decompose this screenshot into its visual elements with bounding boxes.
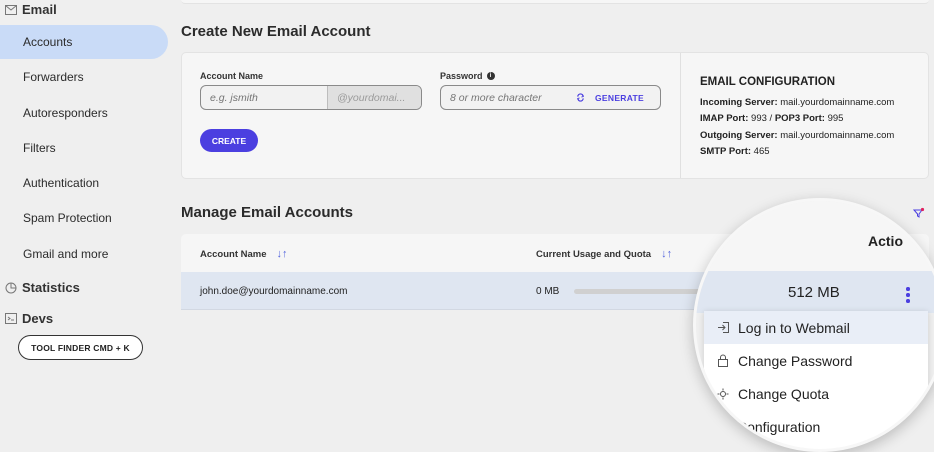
sidebar-item-filters[interactable]: Filters	[0, 131, 168, 165]
quota-value: 512 MB	[788, 284, 840, 301]
account-email: john.doe@yourdomainname.com	[200, 286, 348, 297]
magnified-table-header: Actio	[696, 201, 934, 271]
sort-icon[interactable]: ↓↑	[661, 248, 672, 260]
outgoing-server-label: Outgoing Server:	[700, 130, 778, 141]
column-label: Account Name	[200, 248, 267, 260]
menu-item-configuration[interactable]: l Configuration	[704, 410, 928, 443]
code-window-icon	[4, 312, 17, 325]
quota-icon	[716, 387, 730, 401]
port-separator: /	[769, 113, 773, 124]
previous-card-edge	[181, 0, 929, 4]
imap-port-label: IMAP Port:	[700, 113, 749, 124]
manage-accounts-title: Manage Email Accounts	[181, 204, 353, 221]
menu-item-change-password[interactable]: Change Password	[704, 344, 928, 377]
sidebar-item-gmail-and-more[interactable]: Gmail and more	[0, 237, 168, 271]
account-name-input[interactable]	[201, 86, 327, 109]
card-divider	[680, 53, 681, 178]
sort-icon[interactable]: ↓↑	[277, 248, 288, 260]
outgoing-server-value: mail.yourdomainname.com	[780, 130, 895, 141]
menu-item-label: l Configuration	[730, 418, 821, 435]
password-label: Password	[440, 71, 483, 81]
generate-button[interactable]: GENERATE	[595, 93, 644, 103]
outgoing-server-line: Outgoing Server: mail.yourdomainname.com	[700, 130, 894, 141]
incoming-server-label: Incoming Server:	[700, 97, 778, 108]
sidebar-item-label: Filters	[23, 141, 56, 155]
smtp-port-value: 465	[753, 146, 770, 157]
devs-section-label: Devs	[22, 311, 54, 326]
menu-item-label: Log in to Webmail	[738, 319, 850, 336]
magnifier-lens: Actio 512 MB Log in to Webmail Change Pa…	[693, 198, 934, 452]
smtp-port-line: SMTP Port: 465	[700, 146, 770, 157]
sidebar-item-label: Forwarders	[23, 70, 84, 84]
sidebar-item-forwarders[interactable]: Forwarders	[0, 60, 168, 94]
sidebar-item-autoresponders[interactable]: Autoresponders	[0, 96, 168, 130]
column-header-account-name[interactable]: Account Name ↓↑	[200, 248, 288, 260]
imap-pop3-line: IMAP Port: 993 / POP3 Port: 995	[700, 113, 843, 124]
create-account-title: Create New Email Account	[181, 23, 371, 40]
sidebar-item-label: Autoresponders	[23, 106, 108, 120]
password-field: GENERATE	[440, 85, 661, 110]
statistics-section-label: Statistics	[22, 280, 80, 295]
pie-chart-icon	[4, 281, 17, 294]
login-icon	[716, 321, 730, 335]
magnified-table-row: 512 MB	[696, 271, 934, 313]
menu-item-login-webmail[interactable]: Log in to Webmail	[704, 311, 928, 344]
devs-section-header[interactable]: Devs	[4, 311, 53, 326]
sidebar-item-accounts[interactable]: Accounts	[0, 25, 168, 59]
incoming-server-line: Incoming Server: mail.yourdomainname.com	[700, 97, 894, 108]
sidebar-item-label: Spam Protection	[23, 211, 112, 225]
account-name-field: @yourdomai...	[200, 85, 422, 110]
sidebar-item-label: Authentication	[23, 176, 100, 190]
envelope-icon	[4, 3, 17, 16]
create-button[interactable]: CREATE	[200, 129, 258, 152]
domain-suffix[interactable]: @yourdomai...	[327, 86, 421, 109]
column-header-actions: Actio	[868, 233, 903, 249]
menu-item-change-quota[interactable]: Change Quota	[704, 377, 928, 410]
lock-icon	[716, 354, 730, 368]
column-label: Current Usage and Quota	[536, 248, 652, 260]
refresh-icon[interactable]	[573, 93, 587, 102]
tool-finder-button[interactable]: TOOL FINDER CMD + K	[18, 335, 143, 360]
actions-menu: Log in to Webmail Change Password Change…	[704, 311, 928, 449]
menu-item-label: Change Password	[738, 352, 853, 369]
sidebar: Email Accounts Forwarders Autoresponders…	[0, 0, 170, 452]
email-config-title: EMAIL CONFIGURATION	[700, 76, 836, 88]
account-name-label: Account Name	[200, 71, 264, 81]
info-icon[interactable]: i	[486, 72, 495, 80]
password-label-wrap: Password i	[440, 71, 495, 81]
usage-value: 0 MB	[536, 286, 560, 297]
password-input[interactable]	[441, 86, 569, 109]
email-section-header[interactable]: Email	[4, 2, 57, 17]
menu-item-label: Change Quota	[738, 385, 830, 402]
sidebar-item-authentication[interactable]: Authentication	[0, 166, 168, 200]
email-section-label: Email	[22, 2, 57, 17]
column-header-usage[interactable]: Current Usage and Quota ↓↑	[536, 248, 672, 260]
kebab-menu-icon[interactable]	[906, 287, 910, 305]
create-account-card: Account Name @yourdomai... Password i GE…	[181, 52, 929, 179]
sidebar-item-label: Gmail and more	[23, 247, 109, 261]
pop3-port-value: 995	[827, 113, 844, 124]
sidebar-item-spam-protection[interactable]: Spam Protection	[0, 201, 168, 235]
incoming-server-value: mail.yourdomainname.com	[780, 97, 895, 108]
pop3-port-label: POP3 Port:	[774, 113, 825, 124]
sidebar-item-label: Accounts	[23, 35, 73, 49]
imap-port-value: 993	[751, 113, 767, 124]
statistics-section-header[interactable]: Statistics	[4, 280, 80, 295]
smtp-port-label: SMTP Port:	[700, 146, 752, 157]
